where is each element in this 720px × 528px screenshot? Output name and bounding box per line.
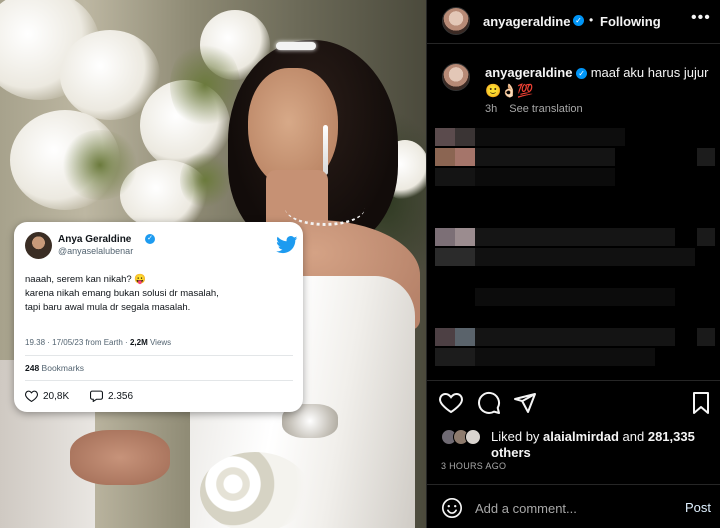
post-side-panel: anyageraldine ✓ • Following ••• anyagera… [426,0,720,528]
verified-badge-icon: ✓ [573,15,584,26]
comment-input[interactable] [475,497,675,519]
leaf-decoration [180,150,230,210]
share-paper-plane-icon[interactable] [513,391,537,415]
tweet-bookmarks-count: 248 [25,363,40,373]
see-translation-link[interactable]: See translation [509,103,582,115]
tweet-verified-icon: ✓ [145,234,155,244]
likes-summary: Liked by alaialmirdad and 281,335 others [491,429,713,461]
tweet-views-count: 2,2M [129,338,148,347]
likes-count[interactable]: 281,335 [648,429,695,444]
caption-avatar[interactable] [442,63,470,91]
avatar [465,429,481,445]
header-separator: • [589,13,594,27]
twitter-bird-icon [276,236,298,254]
blurred-comment [435,328,715,346]
header-username[interactable]: anyageraldine [483,14,570,29]
tweet-timestamp: 19.38 · 17/05/23 from Earth · [25,338,130,347]
blurred-comment [435,148,715,166]
actions-divider [427,380,720,381]
tweet-handle: @anyaselalubenar [58,246,134,256]
leaf-decoration [60,130,140,200]
blurred-comment [435,168,615,186]
caption-age: 3h [485,103,498,115]
blurred-comment [435,348,655,366]
comment-divider [427,484,720,485]
tweet-divider [25,380,293,381]
post-timestamp[interactable]: 3 HOURS AGO [441,461,506,471]
tweet-replies-count: 2.356 [108,390,134,402]
verified-badge-icon: ✓ [576,68,588,80]
holding-hands [70,430,170,485]
tweet-line: karena nikah emang bukan solusi dr masal… [25,288,219,299]
tweet-likes: 20,8K [25,390,69,402]
bride-earring [323,125,328,175]
tweet-text: naaah, serem kan nikah? 😛 karena nikah e… [25,273,295,315]
tweet-display-name: Anya Geraldine [58,234,132,245]
liked-by-username[interactable]: alaialmirdad [543,429,619,444]
blurred-comment [435,128,625,146]
comment-bubble-icon[interactable] [477,391,501,415]
tweet-line: tapi baru awal mula dr segala masalah. [25,302,191,313]
likes-prefix: Liked by [491,429,544,444]
post-comment-button[interactable]: Post [685,500,711,515]
likes-middle: and [618,429,648,444]
blurred-comment [435,288,675,306]
post-media[interactable]: Anya Geraldine ✓ @anyaselalubenar naaah,… [0,0,426,528]
tweet-avatar [25,232,52,259]
more-options-icon[interactable]: ••• [691,9,711,27]
caption-meta: 3h See translation [485,103,583,115]
liked-by-avatars[interactable] [441,429,487,445]
heart-outline-icon [25,390,38,402]
likes-suffix[interactable]: others [491,445,531,460]
tweet-bookmarks-label: Bookmarks [39,363,85,373]
caption-username[interactable]: anyageraldine [485,65,572,80]
blurred-comment [435,228,715,246]
tweet-meta: 19.38 · 17/05/23 from Earth · 2,2M Views [25,338,171,347]
tweet-card: Anya Geraldine ✓ @anyaselalubenar naaah,… [14,222,303,412]
emoji-smiley-icon[interactable] [441,497,463,519]
tweet-replies: 2.356 [90,390,133,402]
tweet-divider [25,355,293,356]
post-caption: anyageraldine ✓ maaf aku harus jujur 🙂👌🏻… [485,64,713,100]
header-divider [427,43,720,44]
bridal-bouquet [200,452,310,528]
bride-necklace [285,190,365,226]
bride-tiara [276,42,316,50]
header-avatar[interactable] [442,7,470,35]
reply-bubble-icon [90,390,103,402]
following-button[interactable]: Following [600,14,661,29]
tweet-line: naaah, serem kan nikah? 😛 [25,274,147,285]
blurred-comment [435,248,695,266]
bookmark-outline-icon[interactable] [689,391,713,415]
heart-outline-icon[interactable] [439,391,463,415]
tweet-views-label: Views [147,338,172,347]
tweet-bookmarks: 248 Bookmarks [25,363,84,373]
tweet-likes-count: 20,8K [43,390,70,402]
